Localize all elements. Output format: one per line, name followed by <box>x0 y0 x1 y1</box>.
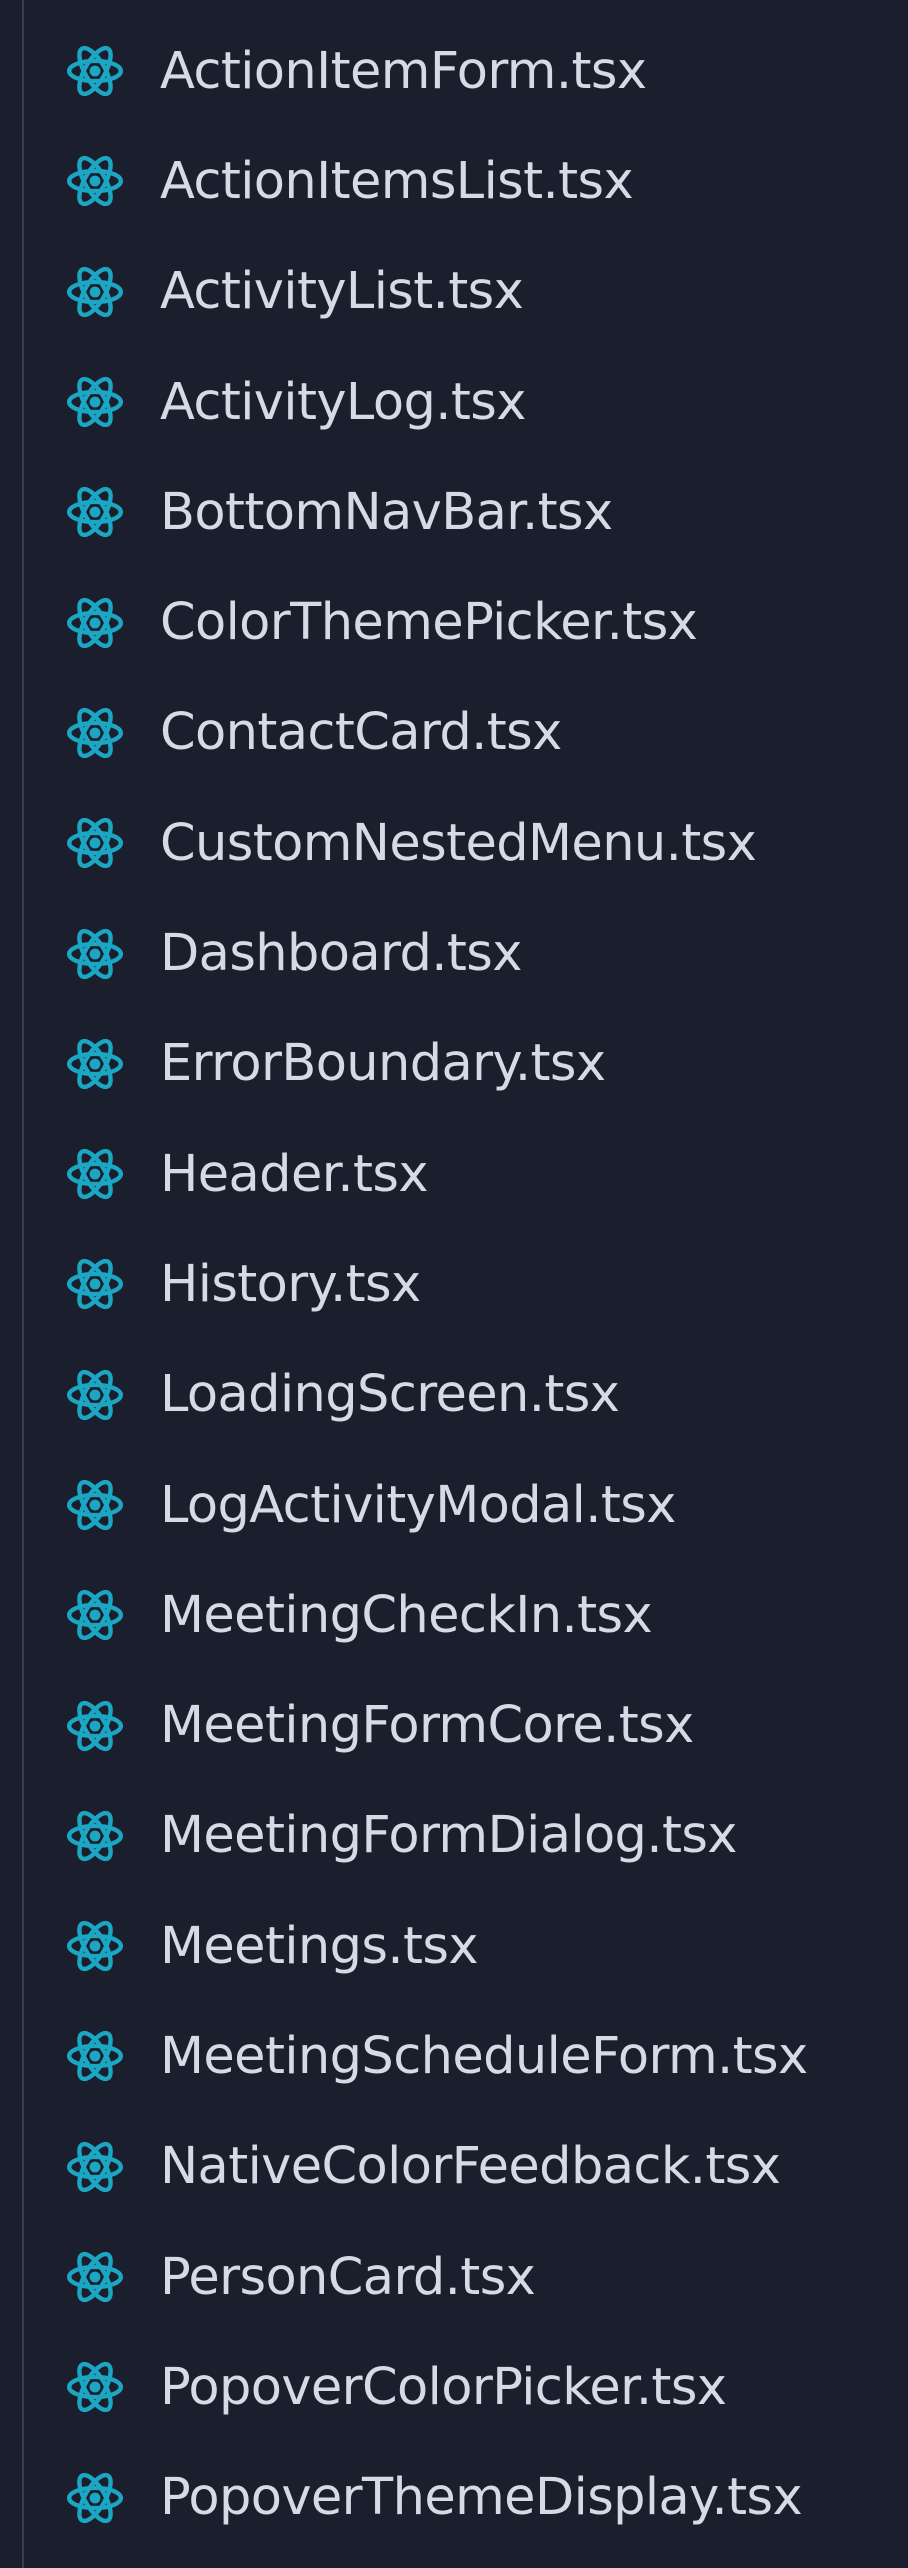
file-item[interactable]: ColorThemePicker.tsx <box>0 567 908 677</box>
file-item[interactable]: LogActivityModal.tsx <box>0 1450 908 1560</box>
file-item[interactable]: ErrorBoundary.tsx <box>0 1009 908 1119</box>
file-name: History.tsx <box>160 1254 421 1314</box>
file-name: ErrorBoundary.tsx <box>160 1034 606 1094</box>
react-icon <box>64 1033 126 1095</box>
file-item[interactable]: Header.tsx <box>0 1119 908 1229</box>
file-name: MeetingFormDialog.tsx <box>160 1806 737 1866</box>
file-item[interactable]: MeetingCheckIn.tsx <box>0 1560 908 1670</box>
file-name: Meetings.tsx <box>160 1916 479 1976</box>
react-icon <box>64 2025 126 2087</box>
file-item[interactable]: ActivityList.tsx <box>0 237 908 347</box>
react-icon <box>64 1253 126 1315</box>
file-name: CustomNestedMenu.tsx <box>160 813 757 873</box>
react-icon <box>64 40 126 102</box>
file-name: ActivityLog.tsx <box>160 372 526 432</box>
file-name: PopoverThemeDisplay.tsx <box>160 2468 803 2528</box>
file-name: PopoverColorPicker.tsx <box>160 2357 727 2417</box>
file-item[interactable]: ContactCard.tsx <box>0 678 908 788</box>
react-icon <box>64 1584 126 1646</box>
react-icon <box>64 1915 126 1977</box>
react-icon <box>64 371 126 433</box>
file-explorer: ActionItemForm.tsx ActionItemsList.tsx A… <box>0 0 908 2568</box>
react-icon <box>64 261 126 323</box>
react-icon <box>64 2246 126 2308</box>
file-item[interactable]: Dashboard.tsx <box>0 898 908 1008</box>
file-name: Dashboard.tsx <box>160 924 522 984</box>
file-item[interactable]: Meetings.tsx <box>0 1891 908 2001</box>
react-icon <box>64 2136 126 2198</box>
file-list: ActionItemForm.tsx ActionItemsList.tsx A… <box>0 16 908 2553</box>
file-item[interactable]: PersonCard.tsx <box>0 2222 908 2332</box>
file-item[interactable]: PopoverThemeDisplay.tsx <box>0 2443 908 2553</box>
file-item[interactable]: ActivityLog.tsx <box>0 347 908 457</box>
file-item[interactable]: History.tsx <box>0 1229 908 1339</box>
file-name: MeetingScheduleForm.tsx <box>160 2026 808 2086</box>
react-icon <box>64 1364 126 1426</box>
react-icon <box>64 592 126 654</box>
file-name: PersonCard.tsx <box>160 2247 536 2307</box>
file-item[interactable]: MeetingFormDialog.tsx <box>0 1781 908 1891</box>
react-icon <box>64 2467 126 2529</box>
file-name: MeetingCheckIn.tsx <box>160 1585 653 1645</box>
file-name: ActionItemForm.tsx <box>160 41 647 101</box>
file-name: Header.tsx <box>160 1144 429 1204</box>
file-item[interactable]: CustomNestedMenu.tsx <box>0 788 908 898</box>
react-icon <box>64 150 126 212</box>
file-name: LogActivityModal.tsx <box>160 1475 676 1535</box>
file-name: MeetingFormCore.tsx <box>160 1696 694 1756</box>
file-item[interactable]: ActionItemForm.tsx <box>0 16 908 126</box>
file-name: ContactCard.tsx <box>160 703 562 763</box>
file-item[interactable]: LoadingScreen.tsx <box>0 1340 908 1450</box>
react-icon <box>64 1474 126 1536</box>
file-item[interactable]: MeetingScheduleForm.tsx <box>0 2001 908 2111</box>
file-item[interactable]: MeetingFormCore.tsx <box>0 1670 908 1780</box>
react-icon <box>64 702 126 764</box>
file-name: LoadingScreen.tsx <box>160 1365 620 1425</box>
react-icon <box>64 812 126 874</box>
file-item[interactable]: PopoverColorPicker.tsx <box>0 2332 908 2442</box>
file-name: ColorThemePicker.tsx <box>160 593 698 653</box>
file-item[interactable]: BottomNavBar.tsx <box>0 457 908 567</box>
file-item[interactable]: ActionItemsList.tsx <box>0 126 908 236</box>
file-name: BottomNavBar.tsx <box>160 482 613 542</box>
react-icon <box>64 1695 126 1757</box>
file-item[interactable]: NativeColorFeedback.tsx <box>0 2112 908 2222</box>
react-icon <box>64 2356 126 2418</box>
file-name: ActionItemsList.tsx <box>160 151 634 211</box>
react-icon <box>64 1143 126 1205</box>
file-name: ActivityList.tsx <box>160 262 524 322</box>
react-icon <box>64 1805 126 1867</box>
react-icon <box>64 923 126 985</box>
react-icon <box>64 481 126 543</box>
file-name: NativeColorFeedback.tsx <box>160 2137 781 2197</box>
